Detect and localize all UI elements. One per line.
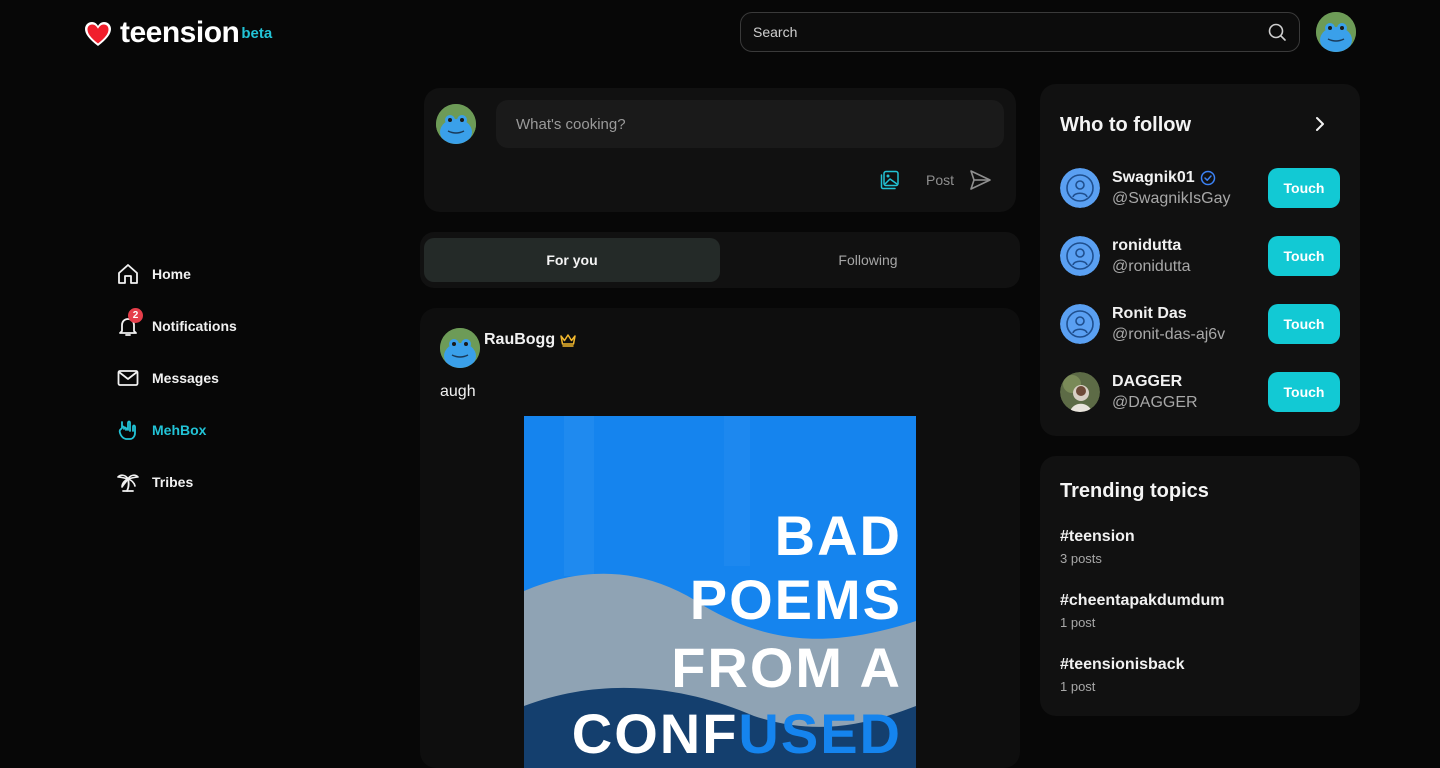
trend-count: 3 posts (1060, 551, 1102, 566)
frog-avatar-icon (440, 328, 480, 368)
follow-handle: @SwagnikIsGay (1112, 189, 1231, 207)
logo[interactable]: teension beta (84, 16, 272, 50)
touch-button[interactable]: Touch (1268, 304, 1340, 344)
image-upload-icon[interactable] (880, 170, 900, 190)
post-button[interactable]: Post (926, 168, 992, 192)
sidebar-item-tribes[interactable]: Tribes (116, 456, 356, 508)
heart-icon (85, 22, 111, 46)
follow-info: ronidutta @ronidutta (1112, 237, 1268, 276)
follow-name[interactable]: ronidutta (1112, 237, 1268, 255)
post-text: augh (440, 383, 476, 400)
top-bar: teension beta (0, 0, 1440, 64)
feed-post: RauBogg augh BAD POEMS FROM A CONFUSED (420, 308, 1020, 768)
home-icon (118, 264, 138, 284)
trending-topic[interactable]: #teensionisback 1 post (1060, 656, 1185, 694)
default-avatar-icon[interactable] (1060, 304, 1100, 344)
send-icon (970, 170, 991, 190)
rock-hand-icon (118, 420, 136, 440)
brand-name: teension (120, 16, 240, 49)
search-input[interactable] (753, 24, 1267, 40)
trend-count: 1 post (1060, 615, 1096, 630)
follow-suggestion: ronidutta @ronidutta Touch (1060, 234, 1340, 278)
feed-tabs: For you Following (420, 232, 1020, 288)
sidebar-item-messages[interactable]: Messages (116, 352, 356, 404)
post-author[interactable]: RauBogg (484, 331, 577, 349)
trending-topic[interactable]: #cheentapakdumdum 1 post (1060, 592, 1224, 630)
follow-name[interactable]: DAGGER (1112, 373, 1268, 391)
sidebar-item-label: Notifications (152, 318, 237, 334)
post-composer: Post (424, 88, 1016, 212)
bell-icon-wrap: 2 (116, 308, 143, 338)
default-avatar-icon[interactable] (1060, 236, 1100, 276)
search-bar (740, 12, 1300, 52)
follow-info: Swagnik01 @SwagnikIsGay (1112, 169, 1268, 208)
frog-avatar-icon (436, 104, 476, 144)
trend-tag: #teensionisback (1060, 656, 1185, 673)
touch-button[interactable]: Touch (1268, 168, 1340, 208)
follow-suggestion: DAGGER @DAGGER Touch (1060, 370, 1340, 414)
sidebar-nav: Home 2 Notifications Messages MehBox Tri… (116, 248, 356, 508)
sidebar-item-notifications[interactable]: 2 Notifications (116, 300, 356, 352)
beta-badge: beta (241, 25, 273, 42)
tab-for-you[interactable]: For you (424, 238, 720, 282)
follow-info: DAGGER @DAGGER (1112, 373, 1268, 412)
sidebar-item-mehbox[interactable]: MehBox (116, 404, 356, 456)
touch-button[interactable]: Touch (1268, 236, 1340, 276)
photo-avatar[interactable] (1060, 372, 1100, 412)
sidebar-item-label: Home (152, 266, 191, 282)
follow-suggestion: Swagnik01 @SwagnikIsGay Touch (1060, 166, 1340, 210)
author-name: RauBogg (484, 331, 556, 348)
mail-icon (117, 370, 139, 386)
sidebar-item-home[interactable]: Home (116, 248, 356, 300)
who-to-follow-card: Who to follow Swagnik01 @SwagnikIsGay To… (1040, 84, 1360, 436)
card-title: Trending topics (1060, 480, 1209, 502)
follow-handle: @ronit-das-aj6v (1112, 325, 1226, 343)
follow-handle: @ronidutta (1112, 257, 1191, 275)
trending-topic[interactable]: #teension 3 posts (1060, 528, 1135, 566)
composer-input[interactable] (496, 100, 1004, 148)
poem-line: BAD (774, 504, 902, 567)
chevron-right-icon[interactable] (1310, 114, 1330, 134)
poem-line: CONFUSED (571, 702, 902, 765)
poem-line: POEMS (689, 568, 902, 631)
trend-count: 1 post (1060, 679, 1096, 694)
search-icon[interactable] (1267, 22, 1287, 42)
tab-following[interactable]: Following (720, 238, 1016, 282)
trending-topics-card: Trending topics #teension 3 posts #cheen… (1040, 456, 1360, 716)
sidebar-item-label: MehBox (152, 422, 207, 438)
follow-info: Ronit Das @ronit-das-aj6v (1112, 305, 1268, 344)
frog-avatar-icon (1316, 12, 1356, 52)
user-avatar[interactable] (1316, 12, 1356, 52)
notification-badge: 2 (128, 308, 143, 323)
follow-suggestion: Ronit Das @ronit-das-aj6v Touch (1060, 302, 1340, 346)
follow-name[interactable]: Swagnik01 (1112, 169, 1195, 187)
avatar[interactable] (440, 328, 480, 368)
post-image[interactable]: BAD POEMS FROM A CONFUSED (524, 416, 916, 768)
sidebar-item-label: Messages (152, 370, 219, 386)
avatar (436, 104, 476, 144)
follow-name[interactable]: Ronit Das (1112, 305, 1268, 323)
poem-line: FROM A (671, 636, 902, 699)
trend-tag: #teension (1060, 528, 1135, 545)
sidebar-item-label: Tribes (152, 474, 194, 490)
crown-icon (560, 334, 576, 347)
card-title: Who to follow (1060, 114, 1192, 136)
follow-name-row: Swagnik01 (1112, 169, 1268, 187)
post-button-label: Post (926, 172, 955, 188)
verified-icon (1200, 170, 1215, 185)
default-avatar-icon[interactable] (1060, 168, 1100, 208)
follow-handle: @DAGGER (1112, 393, 1198, 411)
palm-tree-icon (117, 474, 139, 492)
touch-button[interactable]: Touch (1268, 372, 1340, 412)
trend-tag: #cheentapakdumdum (1060, 592, 1225, 609)
